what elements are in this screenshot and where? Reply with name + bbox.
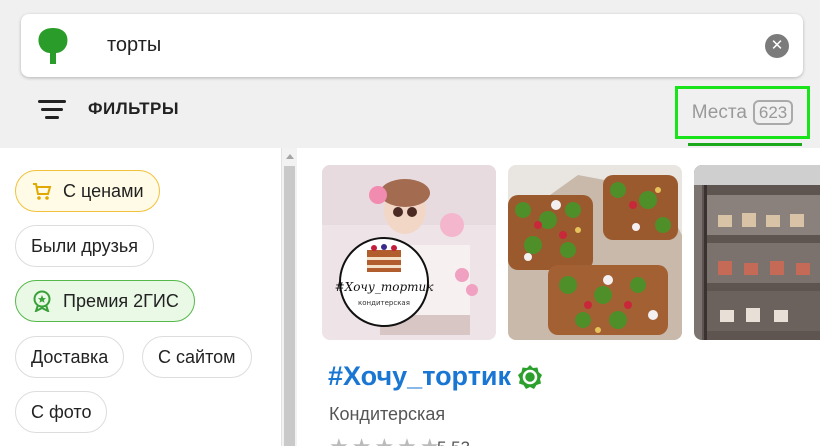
- filters-button[interactable]: ФИЛЬТРЫ: [38, 96, 179, 122]
- result-category: Кондитерская: [329, 404, 446, 424]
- photo-logo-subtext: кондитерская: [358, 299, 410, 307]
- filter-chip-with-photo[interactable]: С фото: [15, 391, 108, 433]
- filters-label: ФИЛЬТРЫ: [88, 99, 180, 118]
- photo-logo-text: #Хочу_тортик: [335, 280, 435, 294]
- chip-label: С фото: [31, 401, 92, 422]
- tab-places-label: Места: [691, 101, 747, 123]
- places-count-badge: 623: [752, 100, 794, 125]
- filter-chip-with-prices[interactable]: С ценами: [15, 170, 160, 212]
- chip-label: С ценами: [63, 180, 144, 201]
- award-icon: [33, 290, 51, 312]
- search-input[interactable]: торты: [107, 34, 161, 57]
- tab-places[interactable]: Места 623: [675, 86, 810, 139]
- results-list: #Хочу_тортик кондитерская #Хочу_тортик К…: [297, 148, 820, 446]
- filter-chip-with-website[interactable]: С сайтом: [142, 336, 252, 378]
- chip-label: Доставка: [31, 346, 109, 367]
- filter-chip-2gis-award[interactable]: Премия 2ГИС: [15, 280, 195, 322]
- search-bar[interactable]: торты ✕: [21, 14, 803, 77]
- sidebar-scrollbar[interactable]: [281, 148, 297, 446]
- active-tab-indicator: [688, 143, 802, 146]
- result-title-row: #Хочу_тортик: [328, 361, 543, 392]
- top-bar: торты ✕ ФИЛЬТРЫ Места 623: [0, 0, 820, 148]
- scrollbar-thumb[interactable]: [284, 166, 295, 446]
- rating-value: 5 53: [437, 438, 470, 446]
- filter-icon: [38, 98, 66, 120]
- filter-chip-delivery[interactable]: Доставка: [15, 336, 125, 378]
- chip-label: С сайтом: [158, 346, 236, 367]
- result-title-link[interactable]: #Хочу_тортик: [328, 361, 511, 392]
- chip-label: Премия 2ГИС: [63, 290, 179, 311]
- result-photo-3[interactable]: [694, 165, 820, 340]
- close-icon[interactable]: ✕: [765, 34, 789, 58]
- scroll-up-arrow-icon[interactable]: [286, 154, 294, 159]
- filter-chip-friends-visited[interactable]: Были друзья: [15, 225, 154, 267]
- cart-icon: [33, 183, 52, 200]
- result-photo-1[interactable]: #Хочу_тортик кондитерская: [322, 165, 496, 340]
- rating-stars: ★★★★★: [329, 434, 443, 446]
- verified-badge-icon: [518, 364, 543, 389]
- 2gis-logo-icon[interactable]: [35, 26, 71, 66]
- filter-sidebar: С ценами Были друзья Премия 2ГИС Доставк…: [0, 148, 281, 446]
- chip-label: Были друзья: [31, 235, 138, 256]
- result-photo-2[interactable]: [508, 165, 682, 340]
